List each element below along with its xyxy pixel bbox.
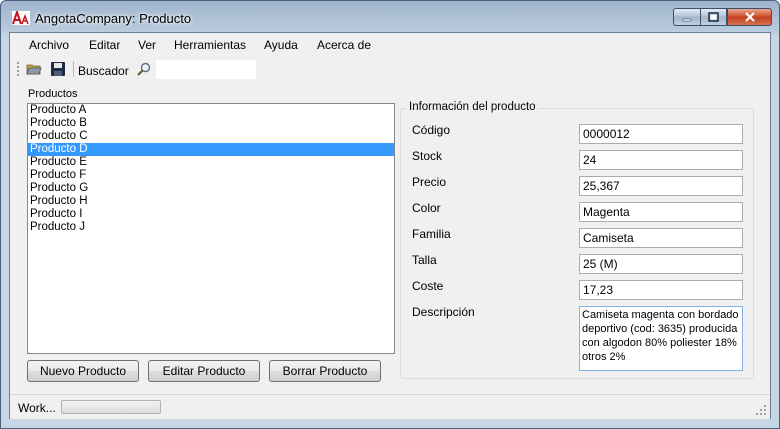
list-item[interactable]: Producto C (28, 130, 394, 143)
menu-bar: Archivo Editar Ver Herramientas Ayuda Ac… (10, 33, 770, 57)
list-item[interactable]: Producto B (28, 117, 394, 130)
codigo-field[interactable] (579, 124, 743, 144)
menu-archivo[interactable]: Archivo (29, 38, 69, 52)
list-item[interactable]: Producto G (28, 182, 394, 195)
minimize-icon (682, 18, 692, 22)
color-label: Color (412, 201, 441, 215)
toolbar: Buscador (10, 56, 770, 83)
coste-label: Coste (412, 279, 444, 293)
menu-ayuda[interactable]: Ayuda (264, 38, 298, 52)
products-label: Productos (28, 88, 78, 100)
list-item[interactable]: Producto E (28, 156, 394, 169)
edit-product-button[interactable]: Editar Producto (148, 360, 260, 382)
maximize-icon (708, 12, 719, 22)
stock-field[interactable] (579, 150, 743, 170)
caption-buttons (673, 8, 772, 26)
new-product-button[interactable]: Nuevo Producto (27, 360, 139, 382)
magnifier-icon[interactable] (136, 61, 152, 77)
product-list[interactable]: Producto A Producto B Producto C Product… (27, 103, 395, 354)
list-item[interactable]: Producto H (28, 195, 394, 208)
app-logo-icon (12, 11, 30, 25)
list-item[interactable]: Producto I (28, 208, 394, 221)
talla-label: Talla (412, 253, 437, 267)
maximize-button[interactable] (700, 8, 727, 26)
search-label: Buscador (78, 64, 129, 78)
close-button[interactable] (727, 8, 772, 26)
progress-bar (61, 400, 161, 414)
search-input[interactable] (156, 60, 256, 79)
menu-herramientas[interactable]: Herramientas (174, 38, 246, 52)
list-item[interactable]: Producto A (28, 104, 394, 117)
familia-field[interactable] (579, 228, 743, 248)
window-title: AngotaCompany: Producto (35, 11, 192, 26)
talla-field[interactable] (579, 254, 743, 274)
app-window: AngotaCompany: Producto Archivo Editar V… (0, 0, 780, 429)
list-item[interactable]: Producto F (28, 169, 394, 182)
delete-product-button[interactable]: Borrar Producto (269, 360, 381, 382)
client-area: Archivo Editar Ver Herramientas Ayuda Ac… (9, 32, 771, 419)
toolbar-grip[interactable] (17, 62, 21, 76)
list-item[interactable]: Producto J (28, 221, 394, 234)
precio-label: Precio (412, 175, 447, 189)
status-text: Work... (18, 401, 56, 415)
status-bar: Work... (10, 394, 770, 419)
familia-label: Familia (412, 227, 451, 241)
close-icon (744, 12, 755, 22)
codigo-label: Código (412, 123, 451, 137)
title-bar[interactable]: AngotaCompany: Producto (1, 1, 779, 33)
minimize-button[interactable] (673, 8, 700, 26)
menu-editar[interactable]: Editar (89, 38, 120, 52)
menu-ver[interactable]: Ver (138, 38, 156, 52)
list-item-selected[interactable]: Producto D (28, 143, 394, 156)
open-folder-icon[interactable] (26, 61, 42, 77)
color-field[interactable] (579, 202, 743, 222)
resize-grip-icon[interactable] (755, 404, 767, 416)
descripcion-field[interactable]: Camiseta magenta con bordado deportivo (… (579, 306, 743, 371)
stock-label: Stock (412, 149, 443, 163)
descripcion-label: Descripción (412, 305, 475, 319)
toolbar-separator (73, 61, 74, 77)
coste-field[interactable] (579, 280, 743, 300)
precio-field[interactable] (579, 176, 743, 196)
menu-acerca-de[interactable]: Acerca de (317, 38, 371, 52)
product-info-title: Información del producto (407, 101, 538, 113)
save-disk-icon[interactable] (50, 61, 66, 77)
